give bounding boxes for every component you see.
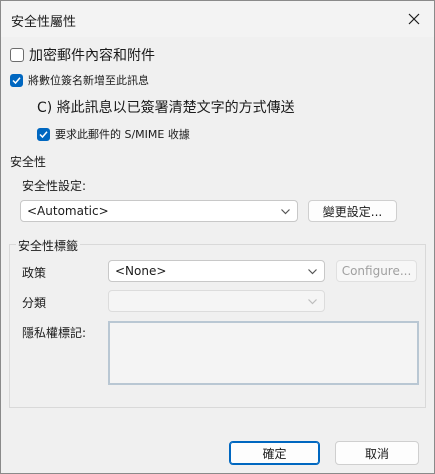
add-signature-option[interactable]: 將數位簽名新增至此訊息 bbox=[10, 72, 149, 88]
cancel-button[interactable]: 取消 bbox=[335, 441, 419, 465]
encrypt-label: 加密郵件內容和附件 bbox=[29, 48, 155, 64]
title-bar: 安全性屬性 bbox=[1, 1, 434, 37]
group-border-left bbox=[9, 244, 10, 408]
classification-dropdown[interactable] bbox=[108, 290, 325, 312]
encrypt-option[interactable]: 加密郵件內容和附件 bbox=[10, 45, 155, 65]
privacy-mark-input[interactable] bbox=[108, 321, 419, 385]
close-icon bbox=[408, 13, 420, 25]
add-signature-label: 將數位簽名新增至此訊息 bbox=[28, 74, 149, 87]
send-clear-text-label: C) 將此訊息以已簽署清楚文字的方式傳送 bbox=[37, 100, 295, 116]
request-receipt-option[interactable]: 要求此郵件的 S/MIME 收據 bbox=[37, 126, 190, 142]
security-section-label: 安全性 bbox=[8, 153, 49, 170]
policy-value: <None> bbox=[115, 264, 167, 278]
ok-button[interactable]: 確定 bbox=[229, 441, 320, 465]
classification-label: 分類 bbox=[22, 296, 47, 310]
security-settings-label: 安全性設定: bbox=[22, 179, 87, 193]
checkmark-icon bbox=[12, 76, 21, 84]
policy-dropdown[interactable]: <None> bbox=[108, 260, 325, 282]
configure-button[interactable]: Configure... bbox=[336, 260, 417, 282]
group-border-right bbox=[425, 244, 426, 408]
dialog-title: 安全性屬性 bbox=[11, 15, 77, 30]
chevron-down-icon bbox=[308, 269, 317, 275]
security-settings-value: <Automatic> bbox=[27, 204, 109, 218]
group-border-bottom bbox=[9, 407, 426, 408]
privacy-mark-label: 隱私權標記: bbox=[22, 326, 87, 340]
policy-label: 政策 bbox=[22, 266, 47, 280]
add-signature-checkbox[interactable] bbox=[10, 73, 23, 87]
chevron-down-icon bbox=[308, 299, 317, 305]
security-label-group-title: 安全性標籤 bbox=[16, 237, 81, 254]
chevron-down-icon bbox=[281, 209, 290, 215]
security-properties-dialog: 安全性屬性 加密郵件內容和附件 將數位簽名新增至此訊息 C) 將此訊息以已簽署清… bbox=[0, 0, 435, 474]
security-settings-dropdown[interactable]: <Automatic> bbox=[20, 200, 298, 222]
encrypt-checkbox[interactable] bbox=[10, 48, 24, 62]
request-receipt-label: 要求此郵件的 S/MIME 收據 bbox=[55, 128, 190, 141]
send-clear-text-option[interactable]: C) 將此訊息以已簽署清楚文字的方式傳送 bbox=[37, 97, 295, 117]
request-receipt-checkbox[interactable] bbox=[37, 127, 50, 141]
checkmark-icon bbox=[39, 130, 48, 138]
close-button[interactable] bbox=[402, 7, 426, 31]
change-settings-button[interactable]: 變更設定... bbox=[308, 200, 397, 222]
